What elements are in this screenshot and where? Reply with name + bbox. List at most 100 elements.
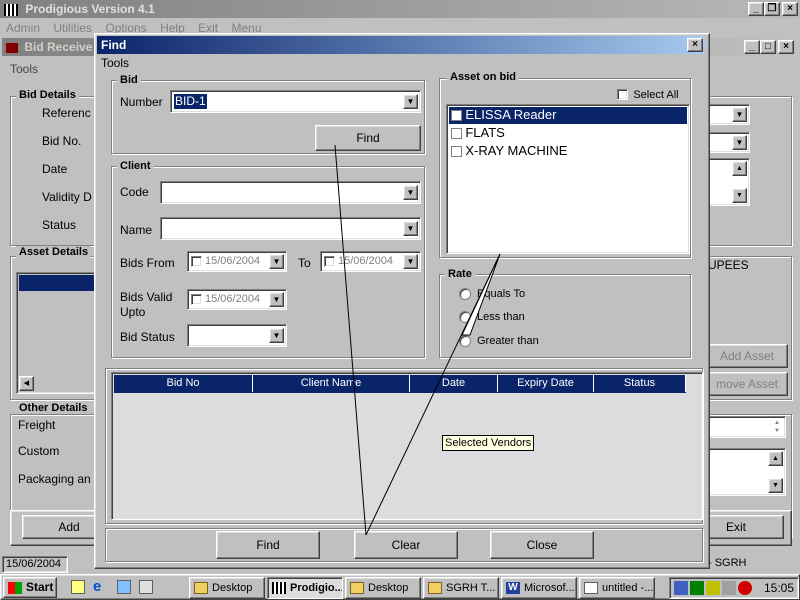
taskbar: Start e Desktop Prodigio... Desktop SGRH…: [0, 574, 800, 600]
tray-keyboard-icon[interactable]: [722, 581, 736, 595]
chevron-down-icon[interactable]: ▼: [269, 328, 284, 343]
radio-icon[interactable]: [459, 311, 471, 323]
channel-icon[interactable]: [117, 580, 131, 594]
asset-grid-header: [19, 275, 95, 291]
tray-network-icon[interactable]: [674, 581, 688, 595]
tray-sync-icon[interactable]: [706, 581, 720, 595]
tray-clock[interactable]: 15:05: [764, 581, 794, 595]
close-button-label: Close: [526, 538, 558, 552]
chevron-down-icon[interactable]: ▼: [732, 135, 747, 150]
to-checkbox[interactable]: [324, 256, 335, 267]
app-restore-button[interactable]: ❐: [764, 2, 780, 16]
rate-greater-radio[interactable]: Greater than: [459, 333, 539, 347]
number-combo[interactable]: BID-1 ▼: [170, 90, 421, 113]
bg-packaging-box[interactable]: ▲ ▼: [708, 448, 786, 496]
bid-receive-close[interactable]: ×: [778, 40, 794, 54]
asset-checkbox[interactable]: [451, 128, 462, 140]
find-menu-tools[interactable]: Tools: [101, 56, 129, 70]
find-inner-button[interactable]: Find: [315, 125, 421, 151]
system-tray: 15:05: [669, 577, 799, 599]
radio-icon[interactable]: [459, 335, 471, 347]
taskbar-label: untitled -...: [602, 582, 654, 594]
header-client-name[interactable]: Client Name: [253, 375, 410, 392]
find-button[interactable]: Find: [216, 531, 320, 559]
desktop-shortcut-icon[interactable]: [71, 580, 85, 594]
spin-icon[interactable]: ▲ ▼: [771, 419, 783, 435]
tray-av-icon[interactable]: [690, 581, 704, 595]
tool-icon[interactable]: [139, 580, 153, 594]
header-status[interactable]: Status: [594, 375, 686, 392]
scroll-up-icon[interactable]: ▲: [732, 161, 747, 176]
bids-from-checkbox[interactable]: [191, 256, 202, 267]
taskbar-item-desktop-2[interactable]: Desktop: [345, 577, 421, 599]
bids-valid-checkbox[interactable]: [191, 294, 202, 305]
other-label-freight: Freight: [18, 418, 56, 432]
asset-item-flats[interactable]: FLATS: [449, 125, 505, 142]
tray-volume-icon[interactable]: [738, 581, 752, 595]
to-date[interactable]: 15/06/2004 ▼: [320, 251, 421, 272]
taskbar-item-microsoft[interactable]: W Microsof...: [501, 577, 577, 599]
status-date: 15/06/2004: [2, 556, 68, 573]
asset-details-title: Asset Details: [16, 246, 92, 258]
scroll-left-icon[interactable]: ◀: [19, 376, 34, 391]
bid-status-combo[interactable]: ▼: [187, 324, 287, 347]
asset-item-elissa[interactable]: ELISSA Reader: [449, 107, 687, 124]
remove-asset-button[interactable]: move Asset: [706, 372, 788, 396]
chevron-down-icon[interactable]: ▼: [403, 94, 418, 109]
radio-icon[interactable]: [459, 288, 471, 300]
taskbar-item-desktop-1[interactable]: Desktop: [189, 577, 265, 599]
asset-on-bid-title: Asset on bid: [447, 71, 520, 83]
code-combo[interactable]: ▼: [160, 181, 421, 204]
asset-item-xray[interactable]: X-RAY MACHINE: [449, 143, 567, 160]
bid-receive-icon: [6, 42, 18, 53]
bid-receive-menu-tools[interactable]: Tools: [10, 62, 38, 76]
add-asset-button[interactable]: Add Asset: [706, 344, 788, 368]
close-button[interactable]: Close: [490, 531, 594, 559]
bid-receive-maximize[interactable]: □: [760, 40, 776, 54]
results-grid[interactable]: Bid No Client Name Date Expiry Date Stat…: [111, 372, 703, 520]
scroll-up-icon[interactable]: ▲: [768, 451, 783, 466]
name-combo[interactable]: ▼: [160, 217, 421, 240]
chevron-down-icon[interactable]: ▼: [732, 107, 747, 122]
chevron-down-icon[interactable]: ▼: [403, 254, 418, 269]
asset-list[interactable]: ELISSA Reader FLATS X-RAY MACHINE: [446, 104, 690, 254]
browser-icon[interactable]: e: [93, 579, 109, 595]
scroll-down-icon[interactable]: ▼: [732, 188, 747, 203]
asset-details-grid[interactable]: ◀: [16, 272, 96, 394]
chevron-down-icon[interactable]: ▼: [403, 221, 418, 236]
chevron-down-icon[interactable]: ▼: [403, 185, 418, 200]
chevron-down-icon[interactable]: ▼: [269, 292, 284, 307]
scroll-down-icon[interactable]: ▼: [768, 478, 783, 493]
rate-equals-radio[interactable]: Equals To: [459, 286, 525, 300]
bg-reference-combo[interactable]: ▼: [708, 104, 750, 125]
select-all-checkbox[interactable]: Select All: [617, 87, 679, 101]
bids-valid-date[interactable]: 15/06/2004 ▼: [187, 289, 287, 310]
chevron-down-icon[interactable]: ▼: [269, 254, 284, 269]
app-close-button[interactable]: ×: [782, 2, 798, 16]
bg-freight-input[interactable]: ▲ ▼: [708, 416, 786, 438]
taskbar-item-sgrh[interactable]: SGRH T...: [423, 577, 499, 599]
bg-bidno-combo[interactable]: ▼: [708, 132, 750, 153]
app-title-bar: Prodigious Version 4.1: [0, 0, 800, 18]
find-close-button[interactable]: ×: [687, 38, 703, 52]
status-right-text: - SGRH: [708, 557, 747, 569]
bg-memo-box[interactable]: ▲ ▼: [708, 158, 750, 206]
find-title: Find: [101, 38, 127, 52]
to-label: To: [298, 256, 311, 270]
bid-receive-minimize[interactable]: _: [744, 40, 760, 54]
menu-utilities[interactable]: Utilities: [53, 21, 92, 35]
rate-less-radio[interactable]: Less than: [459, 309, 525, 323]
header-bid-no[interactable]: Bid No: [114, 375, 253, 392]
taskbar-item-prodigious[interactable]: Prodigio...: [267, 577, 343, 599]
asset-checkbox[interactable]: [451, 146, 462, 158]
header-expiry-date[interactable]: Expiry Date: [498, 375, 594, 392]
bids-from-date[interactable]: 15/06/2004 ▼: [187, 251, 287, 272]
select-all-box[interactable]: [617, 89, 628, 101]
taskbar-item-untitled[interactable]: untitled -...: [579, 577, 655, 599]
clear-button[interactable]: Clear: [354, 531, 458, 559]
menu-admin[interactable]: Admin: [6, 21, 40, 35]
app-minimize-button[interactable]: _: [748, 2, 764, 16]
start-button[interactable]: Start: [3, 577, 57, 598]
asset-checkbox[interactable]: [451, 110, 462, 122]
header-date[interactable]: Date: [410, 375, 498, 392]
